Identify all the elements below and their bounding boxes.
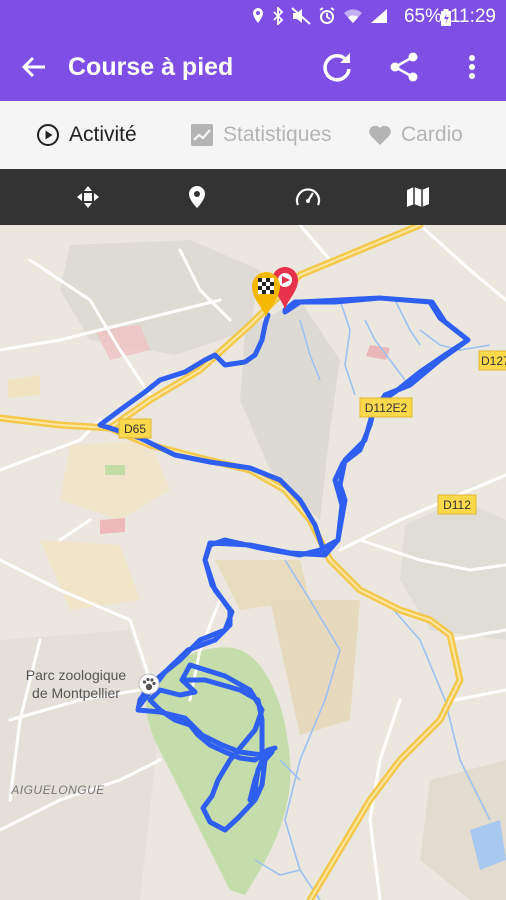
- map-type-button[interactable]: [355, 169, 481, 225]
- back-button[interactable]: [8, 41, 60, 93]
- tab-statistiques-label: Statistiques: [223, 123, 332, 146]
- markers-button[interactable]: [134, 169, 260, 225]
- map-icon: [407, 187, 429, 207]
- road-label-d127: D127: [478, 350, 506, 371]
- location-icon: [253, 8, 263, 23]
- road-label-d65: D65: [118, 418, 152, 439]
- heart-icon: [369, 125, 391, 145]
- tab-bar: Activité Statistiques Cardio: [0, 101, 506, 169]
- more-vert-icon: [469, 55, 475, 79]
- road-label-d112e2: D112E2: [359, 397, 413, 418]
- speed-button[interactable]: [245, 169, 371, 225]
- tab-activite[interactable]: Activité: [36, 101, 137, 169]
- share-button[interactable]: [378, 41, 430, 93]
- more-options-button[interactable]: [446, 41, 498, 93]
- tab-cardio-label: Cardio: [401, 123, 463, 146]
- back-arrow-icon: [21, 56, 45, 78]
- tab-statistiques[interactable]: Statistiques: [190, 101, 332, 169]
- place-label-aiguelongue: AIGUELONGUE: [10, 783, 105, 797]
- svg-text:D127: D127: [481, 354, 506, 368]
- mute-icon: [291, 7, 311, 25]
- tab-activite-label: Activité: [69, 123, 137, 146]
- road-label-d112: D112: [437, 494, 477, 515]
- alarm-icon: [319, 7, 335, 24]
- status-bar: 65% 11:29: [0, 0, 506, 33]
- svg-text:D65: D65: [124, 422, 146, 436]
- place-label-zoo-line2: de Montpellier: [32, 685, 120, 701]
- map-canvas: D65 D112E2 D112 D127 Parc zoologique de …: [0, 225, 506, 900]
- svg-text:D112E2: D112E2: [365, 401, 408, 415]
- refresh-icon: [323, 53, 351, 82]
- speedometer-icon: [295, 188, 321, 206]
- tab-cardio[interactable]: Cardio: [368, 101, 463, 169]
- pin-icon: [189, 186, 205, 208]
- share-icon: [390, 52, 418, 82]
- move-arrows-icon: [77, 186, 99, 208]
- battery-percent: 65%: [403, 6, 442, 27]
- map-view[interactable]: D65 D112E2 D112 D127 Parc zoologique de …: [0, 225, 506, 900]
- recenter-button[interactable]: [25, 169, 151, 225]
- clock: 11:29: [449, 6, 496, 27]
- refresh-button[interactable]: [311, 41, 363, 93]
- app-bar: Course à pied: [0, 33, 506, 101]
- play-circle-icon: [37, 124, 59, 146]
- chart-icon: [191, 124, 213, 146]
- signal-icon: [371, 9, 387, 23]
- map-toolbar: [0, 169, 506, 225]
- place-label-zoo-line1: Parc zoologique: [26, 667, 127, 683]
- page-title: Course à pied: [68, 53, 234, 81]
- wifi-icon: [344, 9, 362, 23]
- bluetooth-icon: [273, 7, 284, 25]
- svg-text:D112: D112: [443, 498, 471, 512]
- zoo-poi-icon[interactable]: [138, 673, 160, 695]
